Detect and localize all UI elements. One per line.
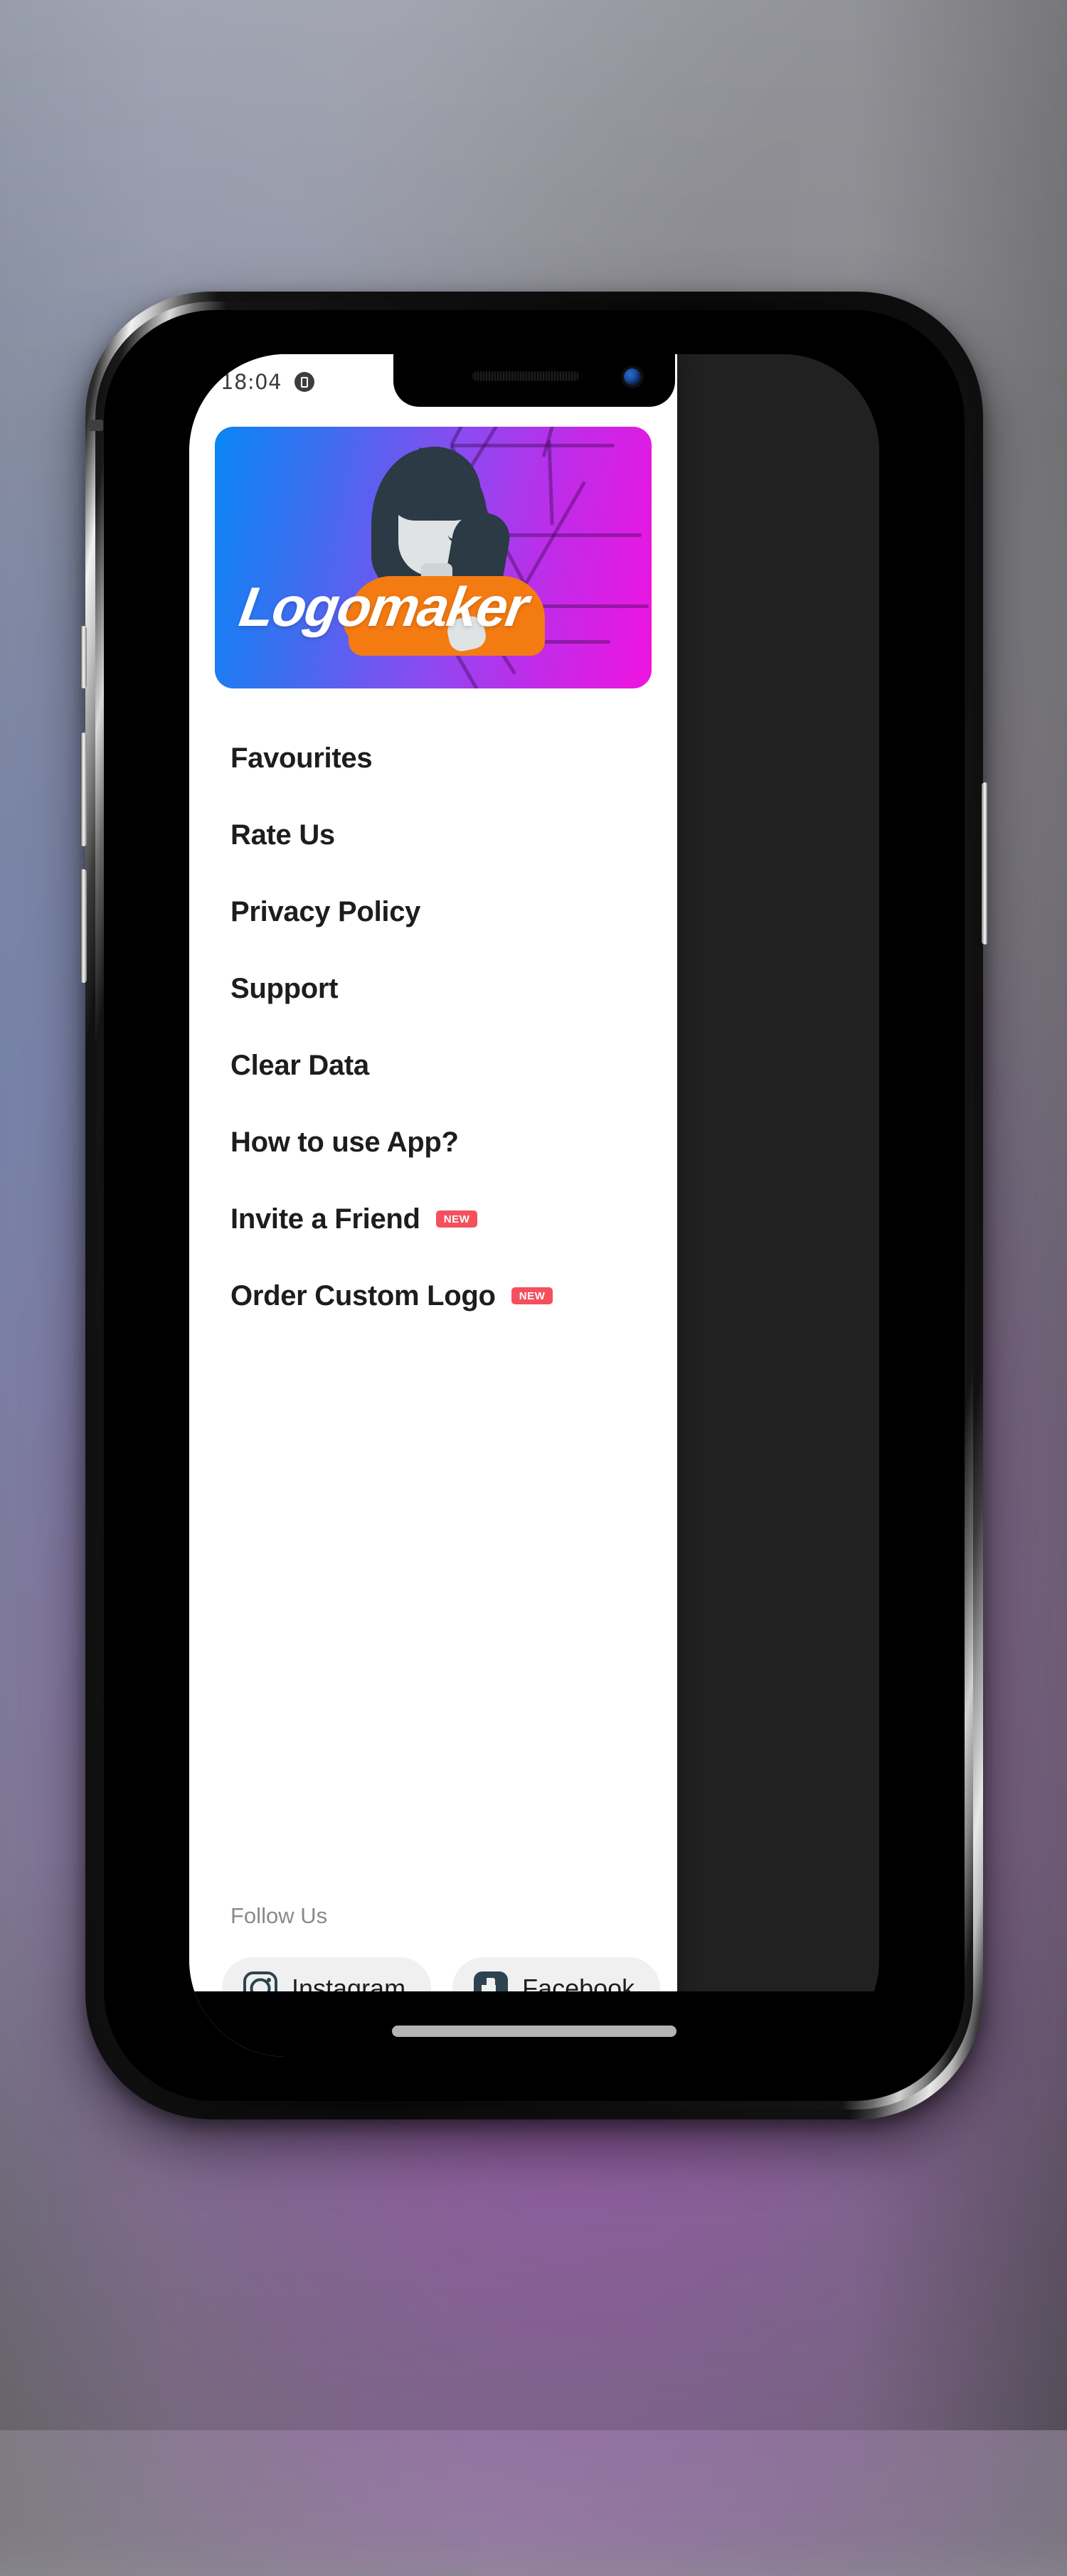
- notch: [393, 354, 675, 407]
- menu-item-label: Favourites: [230, 742, 373, 774]
- silent-switch[interactable]: [89, 420, 103, 431]
- menu-item-support[interactable]: Support: [189, 950, 677, 1027]
- drawer-notification-dot-icon: [294, 372, 315, 392]
- menu-item-label: Invite a Friend: [230, 1203, 420, 1235]
- volume-down-button[interactable]: [80, 869, 87, 983]
- menu-item-label: Order Custom Logo: [230, 1279, 496, 1311]
- banner-wordmark: Logomaker: [235, 575, 532, 638]
- menu-item-privacy-policy[interactable]: Privacy Policy: [189, 873, 677, 950]
- menu-item-label: Support: [230, 972, 339, 1004]
- drawer-status-time: 18:04: [221, 370, 282, 394]
- home-indicator[interactable]: [392, 2026, 676, 2037]
- menu-item-invite-a-friend[interactable]: Invite a Friend NEW: [189, 1181, 677, 1257]
- menu-item-label: Rate Us: [230, 819, 335, 851]
- new-badge: NEW: [435, 1210, 478, 1228]
- menu-item-order-custom-logo[interactable]: Order Custom Logo NEW: [189, 1257, 677, 1334]
- phone-screen: 18:04 4G 16: [189, 354, 879, 2057]
- menu-item-favourites[interactable]: Favourites: [189, 720, 677, 797]
- mute-button[interactable]: [80, 626, 87, 688]
- menu-item-label: Privacy Policy: [230, 895, 421, 927]
- follow-us-label: Follow Us: [230, 1903, 328, 1928]
- menu-item-rate-us[interactable]: Rate Us: [189, 797, 677, 873]
- power-button[interactable]: [982, 782, 988, 944]
- front-camera-icon: [624, 368, 641, 385]
- home-indicator-band: [189, 1991, 879, 2057]
- menu-item-label: How to use App?: [230, 1126, 459, 1158]
- menu-item-how-to-use-app[interactable]: How to use App?: [189, 1104, 677, 1181]
- navigation-drawer: 18:04 Logomaker Favourites Rate Us Priva…: [189, 354, 677, 2057]
- speaker-grille-icon: [472, 371, 580, 381]
- menu-item-clear-data[interactable]: Clear Data: [189, 1027, 677, 1104]
- volume-up-button[interactable]: [80, 733, 87, 846]
- phone-device-frame: 18:04 4G 16: [80, 292, 988, 2119]
- drawer-menu-list: Favourites Rate Us Privacy Policy Suppor…: [189, 688, 677, 1334]
- drawer-banner[interactable]: Logomaker: [215, 427, 652, 688]
- menu-item-label: Clear Data: [230, 1049, 369, 1081]
- new-badge: NEW: [511, 1287, 553, 1304]
